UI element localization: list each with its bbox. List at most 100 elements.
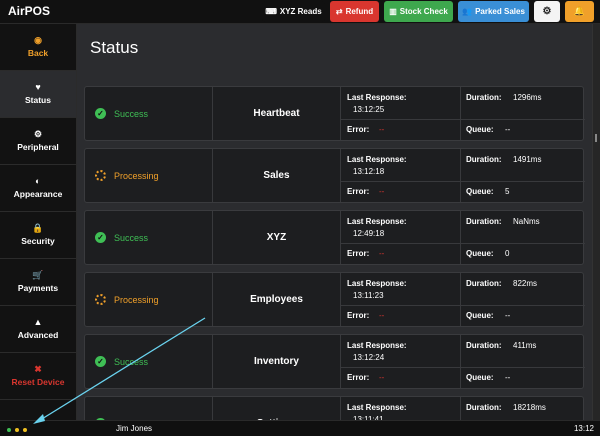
sidebar-item-label: Security: [21, 236, 55, 246]
service-name: Settings: [213, 397, 340, 420]
divider: [460, 149, 461, 202]
page-title: Status: [90, 38, 139, 57]
sidebar-item-label: Appearance: [13, 189, 63, 199]
connection-dot: [7, 428, 11, 432]
sidebar-item-back[interactable]: ◉ Back: [0, 24, 76, 71]
status-panel: Status ✓ Success Heartbeat Last Response: 13…: [77, 24, 592, 420]
duration-label: Duration:: [466, 279, 502, 288]
refund-label: Refund: [345, 7, 374, 16]
divider: [341, 243, 585, 244]
sidebar-item-payments[interactable]: 🛒 Payments: [0, 259, 76, 306]
divider: [460, 273, 461, 326]
stock-check-button[interactable]: ▥ Stock Check: [384, 1, 453, 22]
check-circle-icon: ✓: [95, 232, 106, 243]
bottom-status-bar: Jim Jones 13:12: [0, 420, 600, 436]
scrollbar[interactable]: [592, 24, 600, 420]
last-response-label: Last Response:: [347, 93, 407, 102]
service-status-text: Success: [114, 356, 149, 367]
service-card-employees: Processing Employees Last Response: 13:11:2…: [84, 272, 585, 327]
service-card-inventory: ✓ Success Inventory Last Response: 13:12:24 E…: [84, 334, 585, 389]
queue-label: Queue:: [466, 311, 494, 320]
settings-button[interactable]: ⚙: [534, 1, 560, 22]
last-response-label: Last Response:: [347, 403, 407, 412]
cart-icon: 🛒: [32, 270, 44, 280]
keyboard-icon: ⌨: [265, 7, 277, 16]
sidebar-item-label: Advanced: [17, 330, 59, 340]
error-value: --: [379, 187, 385, 196]
lock-icon: 🔒: [32, 223, 44, 233]
service-card-xyz: ✓ Success XYZ Last Response: 12:49:18 Error: -…: [84, 210, 585, 265]
divider: [340, 397, 341, 420]
close-icon: ✖: [34, 364, 42, 374]
gear-icon: ⚙: [33, 129, 43, 139]
warning-icon: ▲: [33, 317, 43, 327]
duration-label: Duration:: [466, 93, 502, 102]
error-value: --: [379, 311, 385, 320]
service-card-sales: Processing Sales Last Response: 13:12:18 Err…: [84, 148, 585, 203]
clock: 13:12: [573, 424, 594, 433]
notifications-button[interactable]: 🔔: [565, 1, 594, 22]
duration-value: 1491ms: [513, 155, 542, 164]
duration-value: 18218ms: [513, 403, 546, 412]
spinner-icon: [95, 170, 106, 181]
sidebar-item-peripheral[interactable]: ⚙ Peripheral: [0, 118, 76, 165]
check-circle-icon: ✓: [95, 356, 106, 367]
xyz-reads-label: XYZ Reads: [279, 7, 322, 16]
sidebar-item-status[interactable]: ♥ Status: [0, 71, 76, 118]
spinner-icon: [95, 294, 106, 305]
last-response-value: 13:12:18: [353, 167, 385, 176]
service-name: Sales: [263, 170, 290, 181]
queue-value: --: [505, 311, 511, 320]
scrollbar-grip[interactable]: [595, 134, 597, 142]
refund-icon: ⇄: [335, 7, 343, 16]
app-title: AirPOS: [8, 4, 51, 18]
duration-value: 822ms: [513, 279, 538, 288]
service-status-text: Processing: [114, 170, 159, 181]
sidebar-item-label: Reset Device: [11, 377, 65, 387]
error-label: Error:: [347, 311, 370, 320]
back-circle-icon: ◉: [34, 35, 42, 45]
service-status-text: Success: [114, 108, 149, 119]
divider: [341, 367, 585, 368]
xyz-reads-button[interactable]: ⌨ XYZ Reads: [262, 1, 325, 22]
queue-label: Queue:: [466, 187, 494, 196]
sidebar-item-security[interactable]: 🔒 Security: [0, 212, 76, 259]
logged-in-user[interactable]: Jim Jones: [116, 424, 152, 433]
duration-label: Duration:: [466, 217, 502, 226]
barcode-icon: ▥: [389, 7, 397, 16]
last-response-label: Last Response:: [347, 155, 407, 164]
bell-icon: 🔔: [573, 6, 586, 16]
sidebar-item-reset-device[interactable]: ✖ Reset Device: [0, 353, 76, 400]
queue-label: Queue:: [466, 249, 494, 258]
stock-check-label: Stock Check: [399, 7, 448, 16]
duration-label: Duration:: [466, 403, 502, 412]
last-response-value: 13:11:23: [353, 291, 384, 300]
parked-sales-label: Parked Sales: [475, 7, 525, 16]
error-value: --: [379, 125, 385, 134]
sidebar-item-advanced[interactable]: ▲ Advanced: [0, 306, 76, 353]
duration-value: NaNms: [513, 217, 540, 226]
sidebar-item-label: Back: [27, 48, 49, 58]
service-name: XYZ: [266, 232, 287, 243]
error-label: Error:: [347, 125, 370, 134]
settings-sidebar: ◉ Back ♥ Status ⚙ Peripheral ◐ Appearanc…: [0, 24, 77, 420]
duration-label: Duration:: [466, 155, 502, 164]
refund-button[interactable]: ⇄ Refund: [330, 1, 379, 22]
last-response-value: 13:12:24: [353, 353, 385, 362]
sidebar-item-label: Peripheral: [17, 142, 59, 152]
service-name: Employees: [250, 294, 303, 305]
error-label: Error:: [347, 187, 370, 196]
sidebar-item-appearance[interactable]: ◐ Appearance: [0, 165, 76, 212]
last-response-value: 13:12:25: [353, 105, 385, 114]
error-value: --: [379, 373, 385, 382]
service-status: ✓ Success: [95, 87, 148, 140]
parked-sales-button[interactable]: 👥 Parked Sales: [458, 1, 529, 22]
service-name: Heartbeat: [253, 108, 300, 119]
divider: [341, 181, 585, 182]
service-card-settings: ✓SuccessSettingsLast Response:13:11:41Er…: [84, 396, 584, 420]
last-response-value: 12:49:18: [353, 229, 385, 238]
service-name: Inventory: [253, 356, 299, 367]
queue-label: Queue:: [466, 373, 494, 382]
duration-value: 411ms: [513, 341, 537, 350]
last-response-label: Last Response:: [347, 341, 407, 350]
